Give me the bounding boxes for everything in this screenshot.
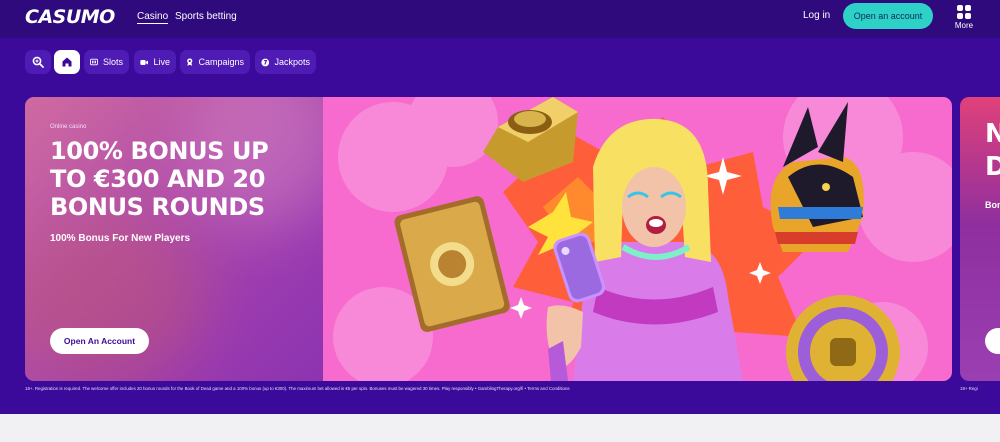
campaigns-tab[interactable]: Campaigns <box>180 50 250 74</box>
hero-artwork <box>323 97 952 381</box>
hero-open-account-button[interactable]: Open An Account <box>50 328 149 354</box>
top-header: CASUMO Casino Sports betting Log in Open… <box>0 0 1000 38</box>
casumo-logo[interactable]: CASUMO <box>25 6 115 28</box>
search-button[interactable] <box>25 50 51 74</box>
hero-disclaimer: 18+. Registration is required. The welco… <box>25 386 570 391</box>
more-label: More <box>954 21 974 30</box>
hero-eyebrow: Online casino <box>50 124 87 130</box>
hero-headline: 100% BONUS UP TO €300 AND 20 BONUS ROUND… <box>50 137 269 221</box>
next-hero-headline-line1: N <box>985 119 1000 149</box>
campaigns-tab-label: Campaigns <box>198 57 244 67</box>
login-link[interactable]: Log in <box>803 10 830 21</box>
jackpots-tab[interactable]: Jackpots <box>255 50 316 74</box>
search-icon <box>32 56 44 68</box>
slots-icon <box>90 58 98 66</box>
next-hero-headline-line2: D <box>985 152 1000 182</box>
nav-sports-betting[interactable]: Sports betting <box>175 11 237 22</box>
jackpot-icon <box>261 58 270 66</box>
live-tab[interactable]: Live <box>134 50 176 74</box>
grid-icon <box>952 5 976 19</box>
slots-tab[interactable]: Slots <box>84 50 129 74</box>
slots-tab-label: Slots <box>102 57 123 67</box>
hero-subline: 100% Bonus For New Players <box>50 233 191 244</box>
home-tab[interactable] <box>54 50 80 74</box>
live-tab-label: Live <box>153 57 170 67</box>
live-camera-icon <box>140 59 149 65</box>
more-menu-button[interactable]: More <box>952 5 976 30</box>
next-hero-subline: Bon <box>985 200 1000 210</box>
jackpots-tab-label: Jackpots <box>274 57 310 67</box>
open-account-button[interactable]: Open an account <box>843 3 933 29</box>
campaign-badge-icon <box>187 58 193 66</box>
home-icon <box>62 57 72 67</box>
next-hero-banner[interactable]: N D Bon <box>960 97 1000 381</box>
hero-banner[interactable]: Online casino 100% BONUS UP TO €300 AND … <box>25 97 952 381</box>
next-hero-button[interactable] <box>985 328 1000 354</box>
nav-casino[interactable]: Casino <box>137 11 169 24</box>
next-hero-disclaimer: 18+ Regi <box>960 386 978 391</box>
